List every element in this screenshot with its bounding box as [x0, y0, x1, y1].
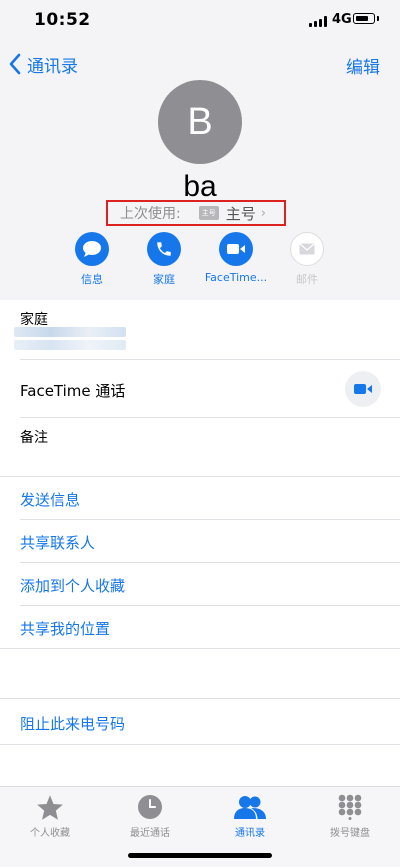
avatar: B	[158, 80, 242, 164]
tab-recents-label: 最近通话	[130, 828, 170, 839]
home-indicator	[128, 853, 272, 858]
contacts-icon	[234, 796, 266, 819]
chevron-left-icon	[9, 53, 21, 75]
divider	[0, 744, 400, 745]
status-time: 10:52	[34, 10, 91, 30]
facetime-video-button[interactable]	[345, 371, 381, 407]
back-label: 通讯录	[27, 56, 78, 77]
call-action[interactable]: 家庭	[128, 232, 200, 287]
clock-icon	[138, 795, 162, 819]
divider	[0, 698, 400, 699]
tab-favorites-label: 个人收藏	[30, 828, 70, 839]
battery-icon	[353, 13, 375, 24]
facetime-call-label[interactable]: FaceTime 通话	[20, 380, 125, 401]
phone-number-blurred-2	[14, 340, 126, 350]
star-icon	[37, 794, 63, 820]
call-action-label: 家庭	[153, 273, 175, 286]
tab-keypad[interactable]: 拨号键盘	[300, 793, 400, 839]
mail-action-label: 邮件	[296, 273, 318, 286]
battery-cap	[377, 16, 379, 21]
add-favorites-link[interactable]: 添加到个人收藏	[20, 575, 125, 596]
send-message-link[interactable]: 发送信息	[20, 489, 80, 510]
keypad-icon	[338, 794, 362, 820]
facetime-action-label: FaceTime...	[204, 271, 268, 284]
divider	[0, 648, 400, 649]
share-location-link[interactable]: 共享我的位置	[20, 618, 110, 639]
network-type: 4G	[332, 12, 352, 27]
message-action-label: 信息	[81, 273, 103, 286]
divider	[20, 417, 400, 418]
tab-contacts-label: 通讯录	[235, 828, 265, 839]
signal-icon	[309, 16, 329, 27]
line-tag: 主号	[198, 206, 219, 220]
facetime-action[interactable]: FaceTime...	[200, 232, 272, 284]
divider	[20, 562, 400, 563]
last-used-label: 上次使用:	[120, 206, 181, 222]
last-used-line: 主号	[225, 204, 256, 223]
back-button[interactable]: 通讯录	[8, 52, 78, 77]
mail-action[interactable]: 邮件	[271, 232, 343, 287]
contact-name: ba	[183, 170, 217, 203]
tab-favorites[interactable]: 个人收藏	[0, 793, 100, 839]
phone-number-blurred[interactable]	[14, 327, 126, 337]
phone-type-label: 家庭	[20, 312, 48, 328]
notes-label[interactable]: 备注	[20, 427, 48, 447]
tab-contacts[interactable]: 通讯录	[200, 793, 300, 839]
phone-icon	[157, 242, 171, 256]
message-icon	[83, 241, 101, 257]
mail-icon	[299, 243, 315, 255]
tab-keypad-label: 拨号键盘	[330, 828, 370, 839]
chevron-right-icon: ›	[260, 205, 266, 221]
divider	[20, 359, 400, 360]
last-used-row[interactable]: 上次使用: 主号 主号 ›	[106, 200, 286, 226]
divider	[0, 476, 400, 477]
video-icon	[354, 384, 372, 394]
message-action[interactable]: 信息	[56, 232, 128, 287]
tab-recents[interactable]: 最近通话	[100, 793, 200, 839]
edit-button[interactable]: 编辑	[346, 53, 380, 78]
divider	[20, 519, 400, 520]
video-icon	[227, 244, 245, 254]
block-caller-link[interactable]: 阻止此来电号码	[20, 713, 125, 734]
divider	[20, 605, 400, 606]
share-contact-link[interactable]: 共享联系人	[20, 532, 95, 553]
